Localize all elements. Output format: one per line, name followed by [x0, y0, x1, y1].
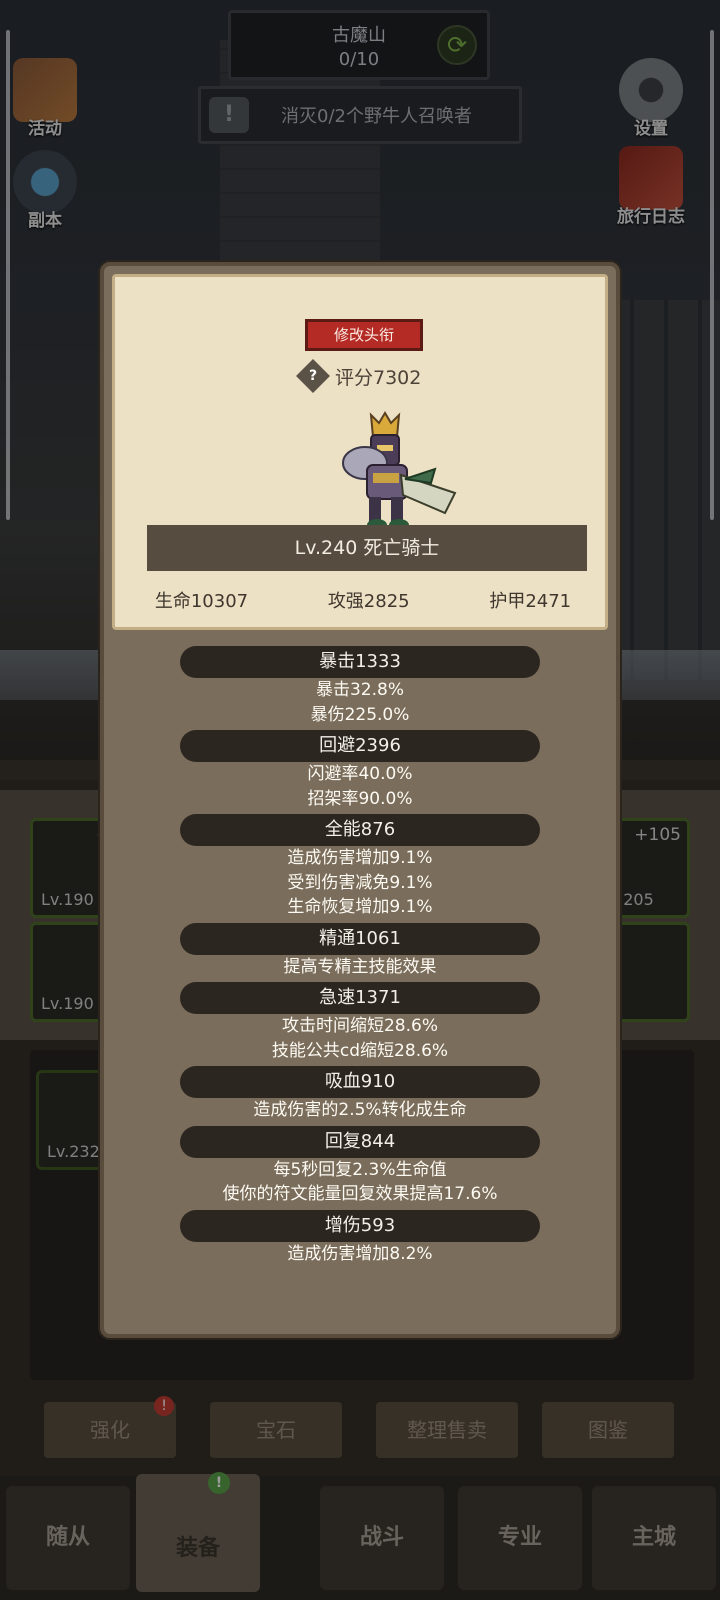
- stat-line: 受到伤害减免9.1%: [287, 872, 433, 893]
- attack-stat: 攻强2825: [327, 591, 410, 612]
- stat-line: 技能公共cd缩短28.6%: [271, 1040, 449, 1061]
- stat-line: 造成伤害的2.5%转化成生命: [253, 1100, 467, 1120]
- stat-line: 暴伤225.0%: [310, 704, 410, 725]
- hp-stat: 生命10307: [154, 591, 249, 612]
- stat-header: 暴击1333: [180, 646, 540, 678]
- secondary-stats-list: 暴击1333 暴击32.8% 暴伤225.0% 回避2396 闪避率40.0% 招架率90…: [104, 646, 616, 1266]
- stat-line: 提高专精主技能效果: [283, 956, 437, 977]
- stat-line: 造成伤害增加8.2%: [287, 1243, 433, 1264]
- stat-line: 生命恢复增加9.1%: [287, 897, 433, 917]
- character-stats-panel: 修改头衔 ? 评分7302 Lv.240 死亡骑士 生命10307 攻强2825…: [100, 262, 620, 1338]
- stat-group: 全能876 造成伤害增加9.1% 受到伤害减免9.1% 生命恢复增加9.1%: [104, 814, 616, 920]
- help-icon[interactable]: ?: [296, 359, 330, 393]
- character-summary: 修改头衔 ? 评分7302 Lv.240 死亡骑士 生命10307 攻强2825…: [112, 274, 608, 630]
- stat-line: 造成伤害增加9.1%: [287, 848, 433, 868]
- death-knight-avatar: [342, 411, 457, 531]
- stat-line: 招架率90.0%: [307, 788, 413, 809]
- stat-header: 急速1371: [180, 982, 540, 1014]
- stat-header: 回复844: [180, 1125, 540, 1158]
- stat-group: 急速1371 攻击时间缩短28.6% 技能公共cd缩短28.6%: [104, 982, 616, 1063]
- stat-header: 增伤593: [180, 1209, 540, 1242]
- score-value: 评分7302: [335, 366, 422, 389]
- stat-line: 攻击时间缩短28.6%: [281, 1016, 438, 1036]
- stat-line: 闪避率40.0%: [307, 764, 413, 784]
- stat-header: 全能876: [180, 814, 540, 846]
- stat-line: 使你的符文能量回复效果提高17.6%: [222, 1184, 498, 1204]
- stat-group: 回复844 每5秒回复2.3%生命值使你的符文能量回复效果提高17.6%: [104, 1125, 616, 1207]
- armor-stat: 护甲2471: [489, 591, 572, 612]
- score-row: ? 评分7302: [296, 359, 422, 393]
- stat-header: 精通1061: [180, 922, 540, 955]
- edit-title-button[interactable]: 修改头衔: [305, 319, 423, 351]
- stat-group: 回避2396 闪避率40.0% 招架率90.0%: [104, 730, 616, 811]
- stat-header: 吸血910: [180, 1066, 540, 1098]
- stat-group: 暴击1333 暴击32.8% 暴伤225.0%: [104, 646, 616, 727]
- stat-group: 精通1061 提高专精主技能效果: [104, 922, 616, 980]
- stat-header: 回避2396: [180, 730, 540, 762]
- stat-group: 吸血910 造成伤害的2.5%转化成生命: [104, 1066, 616, 1123]
- stat-line: 每5秒回复2.3%生命值: [273, 1159, 447, 1180]
- stat-group: 增伤593 造成伤害增加8.2%: [104, 1209, 616, 1267]
- core-stats: 生命10307 攻强2825 护甲2471: [115, 587, 611, 617]
- stat-line: 暴击32.8%: [315, 680, 404, 700]
- hero-name-bar: Lv.240 死亡骑士: [147, 525, 587, 571]
